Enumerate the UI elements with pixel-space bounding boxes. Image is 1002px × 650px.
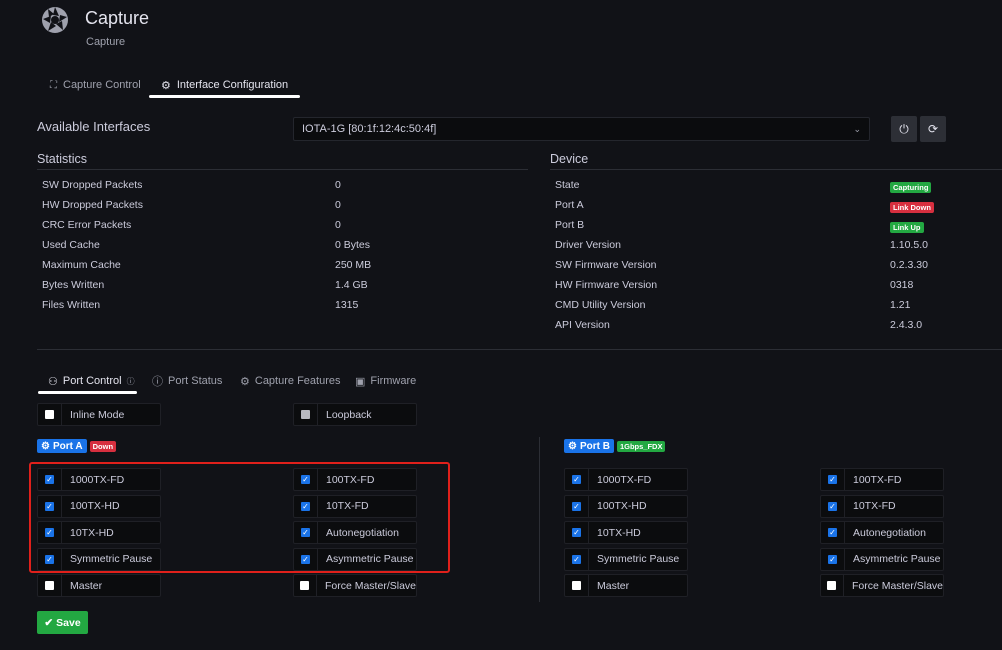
stat-label: HW Dropped Packets	[42, 199, 143, 211]
chip-icon: ▣	[355, 375, 366, 388]
highlight-box	[29, 462, 450, 573]
stat-label: CRC Error Packets	[42, 219, 132, 231]
port-b-option[interactable]: ✓ Symmetric Pause	[564, 547, 688, 571]
option-checkbox[interactable]	[827, 581, 837, 591]
device-status-badge: Link Up	[890, 221, 924, 233]
info-icon: ⓘ	[126, 376, 135, 386]
subtab-port-status[interactable]: ⓘ Port Status	[152, 372, 222, 390]
device-heading: Device	[550, 152, 1002, 170]
option-checkbox[interactable]: ✓	[828, 475, 837, 484]
check-icon: ✔	[44, 616, 54, 629]
page-title: Capture	[85, 8, 150, 28]
port-b-option[interactable]: ✓ 10TX-FD	[820, 494, 944, 518]
option-checkbox[interactable]	[300, 581, 310, 591]
device-label: Port A	[555, 199, 584, 211]
save-button[interactable]: ✔ Save	[37, 611, 88, 634]
option-checkbox[interactable]: ✓	[572, 475, 581, 484]
tab-interface-configuration[interactable]: ⚙ Interface Configuration	[148, 74, 301, 98]
device-label: API Version	[555, 319, 610, 331]
port-b-option[interactable]: Force Master/Slave	[820, 574, 944, 598]
port-b-header: ⚙ Port B 1Gbps_FDX	[564, 439, 666, 453]
gear-icon: ⚙	[240, 375, 250, 388]
option-checkbox[interactable]	[572, 581, 581, 591]
stat-label: Maximum Cache	[42, 259, 121, 271]
device-value: 1.10.5.0	[890, 239, 928, 251]
device-value: 1.21	[890, 299, 911, 311]
stat-value: 1.4 GB	[335, 279, 368, 291]
power-button[interactable]: ⏻	[891, 116, 917, 142]
device-value: 0318	[890, 279, 914, 291]
subtab-capture-features[interactable]: ⚙ Capture Features	[240, 372, 340, 390]
stat-label: SW Dropped Packets	[42, 179, 143, 191]
stat-label: Used Cache	[42, 239, 100, 251]
loopback-option[interactable]: Loopback	[293, 403, 417, 426]
loopback-checkbox[interactable]	[301, 410, 310, 419]
inline-mode-option[interactable]: Inline Mode	[37, 403, 161, 426]
port-b-option[interactable]: ✓ 100TX-HD	[564, 494, 688, 518]
info-circle-icon: ⓘ	[152, 376, 163, 388]
available-interfaces-label: Available Interfaces	[37, 119, 151, 134]
gear-icon: ⚙	[41, 440, 50, 452]
port-a-option[interactable]: Force Master/Slave	[293, 574, 417, 598]
tab-capture-control[interactable]: ⛶ Capture Control	[50, 74, 141, 96]
device-label: CMD Utility Version	[555, 299, 646, 311]
device-label: State	[555, 179, 580, 191]
device-label: SW Firmware Version	[555, 259, 657, 271]
port-a-option[interactable]: Master	[37, 574, 161, 598]
power-icon: ⏻	[899, 121, 909, 136]
option-checkbox[interactable]: ✓	[828, 554, 837, 564]
option-checkbox[interactable]: ✓	[828, 528, 837, 538]
port-b-option[interactable]: ✓ 100TX-FD	[820, 468, 944, 491]
interface-select[interactable]: IOTA-1G [80:1f:12:4c:50:4f] ⌄	[293, 117, 870, 141]
option-checkbox[interactable]: ✓	[572, 528, 581, 538]
aperture-icon	[42, 7, 68, 33]
capture-icon: ⛶	[50, 79, 57, 91]
device-label: Port B	[555, 219, 585, 231]
port-b-option[interactable]: ✓ 1000TX-FD	[564, 468, 688, 491]
stat-value: 0	[335, 179, 341, 191]
subtab-port-control[interactable]: ⚇ Port Control ⓘ	[38, 372, 137, 394]
option-checkbox[interactable]: ✓	[572, 554, 581, 564]
network-icon: ⚇	[48, 375, 58, 388]
device-label: Driver Version	[555, 239, 621, 251]
port-b-option[interactable]: ✓ Autonegotiation	[820, 521, 944, 545]
port-b-option[interactable]: Master	[564, 574, 688, 598]
device-value: 2.4.3.0	[890, 319, 923, 331]
port-b-button[interactable]: ⚙ Port B	[564, 439, 614, 453]
inline-mode-checkbox[interactable]	[45, 410, 54, 419]
port-b-option[interactable]: ✓ 10TX-HD	[564, 521, 688, 545]
page-subtitle: Capture	[86, 36, 126, 48]
device-status-badge: Capturing	[890, 181, 932, 193]
stat-label: Files Written	[42, 299, 101, 311]
refresh-button[interactable]: ⟳	[920, 116, 946, 142]
device-status-badge: Link Down	[890, 201, 934, 213]
stat-value: 0	[335, 199, 341, 211]
refresh-icon: ⟳	[927, 122, 939, 136]
stat-label: Bytes Written	[42, 279, 105, 291]
option-checkbox[interactable]	[45, 581, 54, 591]
device-value: 0.2.3.30	[890, 259, 928, 271]
port-b-status-badge: 1Gbps_FDX	[616, 440, 666, 452]
chevron-down-icon: ⌄	[853, 123, 861, 134]
port-a-button[interactable]: ⚙ Port A	[37, 439, 87, 453]
statistics-heading: Statistics	[37, 152, 528, 170]
port-b-option[interactable]: ✓ Asymmetric Pause	[820, 547, 944, 571]
port-divider	[539, 437, 540, 602]
stat-value: 0 Bytes	[335, 239, 371, 251]
gear-icon: ⚙	[161, 79, 171, 92]
subtab-firmware[interactable]: ▣ Firmware	[355, 372, 416, 390]
stat-value: 250 MB	[335, 259, 372, 271]
port-a-status-badge: Down	[89, 440, 117, 452]
stat-value: 0	[335, 219, 341, 231]
port-a-header: ⚙ Port A Down	[37, 439, 117, 453]
gear-icon: ⚙	[568, 440, 577, 452]
option-checkbox[interactable]: ✓	[572, 501, 581, 511]
section-divider	[37, 349, 1002, 350]
device-label: HW Firmware Version	[555, 279, 658, 291]
option-checkbox[interactable]: ✓	[828, 501, 837, 511]
stat-value: 1315	[335, 299, 359, 311]
